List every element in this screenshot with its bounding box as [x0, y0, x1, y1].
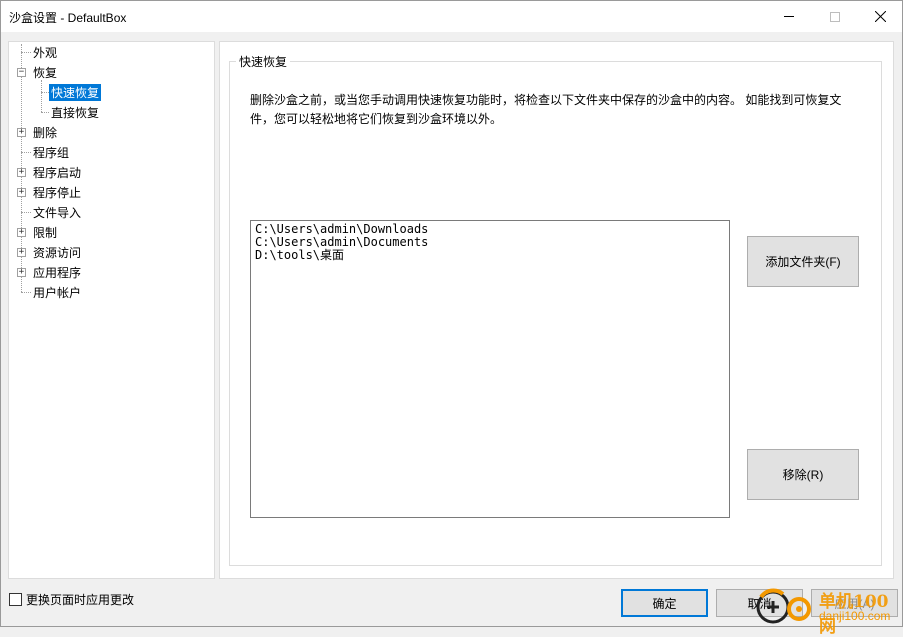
minimize-icon — [784, 16, 794, 17]
ok-button[interactable]: 确定 — [621, 589, 708, 617]
sandbox-settings-window: 沙盒设置 - DefaultBox 外观 − 恢复 快速恢复 直接恢复 + 删除… — [0, 0, 903, 637]
tree-connector — [41, 112, 49, 113]
minimize-button[interactable] — [766, 1, 812, 32]
tree-connector — [21, 52, 31, 53]
tree-connector — [21, 212, 31, 213]
settings-content-panel: 快速恢复 删除沙盒之前，或当您手动调用快速恢复功能时，将检查以下文件夹中保存的沙… — [219, 41, 894, 579]
tree-item-user-accounts[interactable]: 用户帐户 — [31, 283, 83, 301]
window-title: 沙盒设置 - DefaultBox — [9, 11, 127, 25]
remove-folder-button[interactable]: 移除(R) — [747, 449, 859, 500]
add-folder-button[interactable]: 添加文件夹(F) — [747, 236, 859, 287]
checkbox-label: 更换页面时应用更改 — [26, 593, 135, 607]
tree-item-applications[interactable]: 应用程序 — [31, 263, 83, 281]
quick-recovery-description: 删除沙盒之前，或当您手动调用快速恢复功能时，将检查以下文件夹中保存的沙盒中的内容… — [250, 93, 842, 126]
maximize-button[interactable] — [812, 1, 858, 32]
close-icon — [874, 11, 886, 22]
title-bar[interactable]: 沙盒设置 - DefaultBox — [1, 1, 902, 32]
expand-icon[interactable]: + — [17, 248, 26, 257]
checkbox-box[interactable] — [9, 593, 22, 606]
tree-item-label: 直接恢复 — [51, 105, 100, 120]
tree-item-label: 程序停止 — [33, 185, 82, 200]
tree-item-label: 限制 — [33, 225, 58, 240]
tree-item-immediate-recovery[interactable]: 直接恢复 — [49, 103, 101, 121]
list-item[interactable]: D:\tools\桌面 — [255, 249, 725, 262]
cancel-button[interactable]: 取消 — [716, 589, 803, 617]
collapse-icon[interactable]: − — [17, 68, 26, 77]
tree-item-program-stop[interactable]: 程序停止 — [31, 183, 83, 201]
tree-item-label: 恢复 — [33, 65, 58, 80]
tree-item-label: 快速恢复 — [49, 83, 102, 101]
close-button[interactable] — [857, 1, 903, 32]
tree-item-label: 外观 — [33, 45, 58, 60]
tree-item-label: 程序启动 — [33, 165, 82, 180]
tree-item-label: 用户帐户 — [33, 285, 82, 300]
tree-item-label: 删除 — [33, 125, 58, 140]
tree-item-quick-recovery[interactable]: 快速恢复 — [49, 83, 102, 101]
expand-icon[interactable]: + — [17, 268, 26, 277]
tree-item-program-groups[interactable]: 程序组 — [31, 143, 71, 161]
tree-item-recovery[interactable]: 恢复 — [31, 63, 59, 81]
tree-item-label: 文件导入 — [33, 205, 82, 220]
expand-icon[interactable]: + — [17, 228, 26, 237]
tree-connector — [21, 152, 31, 153]
apply-on-page-change-checkbox[interactable]: 更换页面时应用更改 — [9, 591, 134, 608]
tree-item-appearance[interactable]: 外观 — [31, 43, 59, 61]
tree-item-file-migration[interactable]: 文件导入 — [31, 203, 83, 221]
tree-item-delete[interactable]: 删除 — [31, 123, 59, 141]
recovery-folder-list[interactable]: C:\Users\admin\Downloads C:\Users\admin\… — [250, 220, 730, 518]
maximize-icon — [830, 11, 840, 22]
tree-connector — [21, 292, 31, 293]
tree-item-label: 应用程序 — [33, 265, 82, 280]
expand-icon[interactable]: + — [17, 188, 26, 197]
tree-item-label: 程序组 — [33, 145, 70, 160]
tree-item-resource-access[interactable]: 资源访问 — [31, 243, 83, 261]
settings-tree[interactable]: 外观 − 恢复 快速恢复 直接恢复 + 删除 程序组 + 程序启动 + 程序停止… — [8, 41, 215, 579]
tree-item-label: 资源访问 — [33, 245, 82, 260]
tree-guide-line — [41, 80, 42, 112]
expand-icon[interactable]: + — [17, 128, 26, 137]
expand-icon[interactable]: + — [17, 168, 26, 177]
tree-item-program-start[interactable]: 程序启动 — [31, 163, 83, 181]
tree-item-restrictions[interactable]: 限制 — [31, 223, 59, 241]
apply-button[interactable]: 应用(A) — [811, 589, 898, 617]
group-title: 快速恢复 — [236, 53, 291, 70]
tree-connector — [41, 92, 49, 93]
